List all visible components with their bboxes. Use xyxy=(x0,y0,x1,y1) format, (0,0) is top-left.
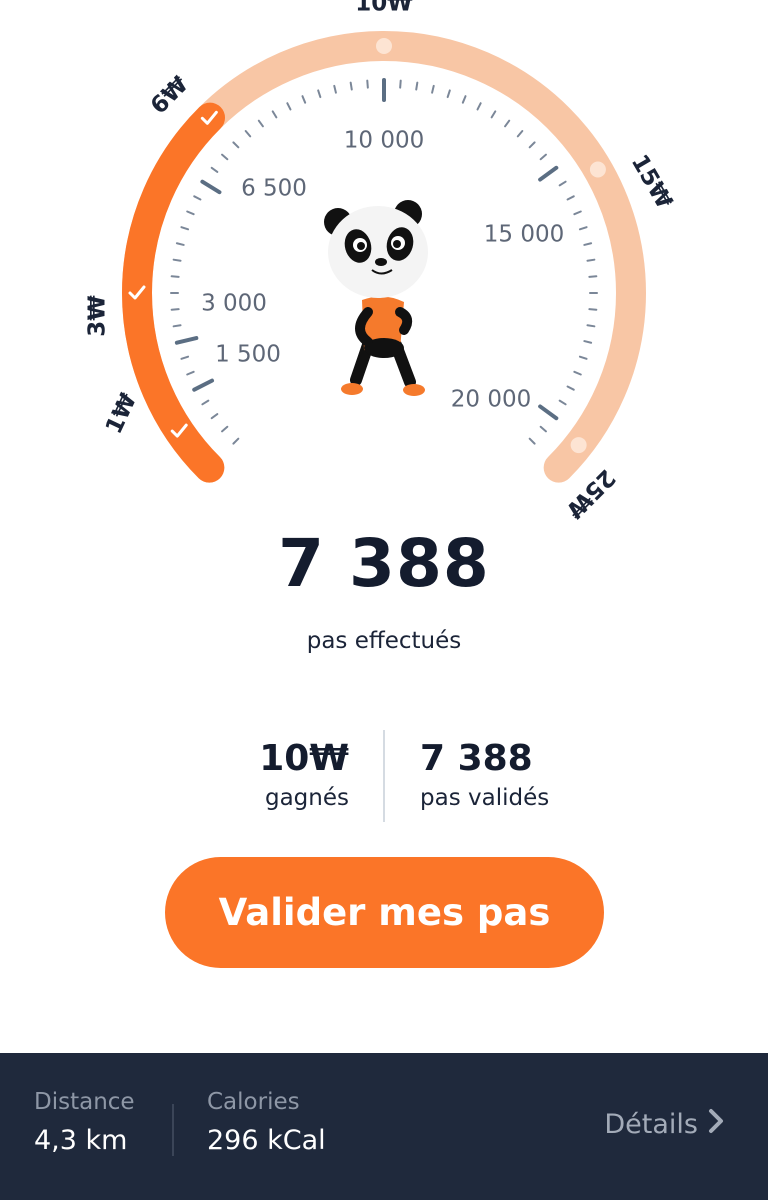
distance-label: Distance xyxy=(34,1089,135,1115)
earned-value: 10₩ xyxy=(259,738,349,779)
calories-stat: Calories 296 kCal xyxy=(207,1089,326,1156)
gauge-tick xyxy=(172,324,182,328)
gauge-tick xyxy=(539,153,547,161)
gauge-major-tick xyxy=(192,378,215,392)
gauge-tick xyxy=(286,102,292,111)
gauge-tick xyxy=(201,399,210,406)
gauge-tick xyxy=(349,81,353,91)
gauge-reward-label: 6₩ xyxy=(146,71,194,119)
gauge-tick xyxy=(588,275,598,278)
gauge-tick xyxy=(566,195,575,201)
gauge-major-tick xyxy=(200,179,222,195)
gauge-tick xyxy=(244,130,252,138)
gauge-tick xyxy=(446,89,451,99)
gauge-tick xyxy=(528,437,536,445)
gauge-step-label: 20 000 xyxy=(451,387,531,413)
bottom-summary-bar: Distance 4,3 km Calories 296 kCal Détail… xyxy=(0,1053,768,1200)
earned-label: gagnés xyxy=(264,785,349,811)
validated-stat: 7 388 pas validés xyxy=(420,738,680,811)
gauge-tick xyxy=(170,275,180,278)
gauge-tick xyxy=(399,79,402,89)
validated-label: pas validés xyxy=(420,785,550,811)
gauge-tick xyxy=(588,308,598,311)
gauge-tick xyxy=(193,195,202,201)
gauge-tick xyxy=(573,370,582,376)
step-gauge: 1 500 3 000 6 500 10 000 15 000 20 000 1₩ 3₩ 6₩ 1… xyxy=(85,0,678,523)
gauge-tick xyxy=(415,81,419,91)
gauge-tick xyxy=(558,180,567,187)
gauge-tick xyxy=(504,119,511,128)
gauge-step-label: 10 000 xyxy=(344,128,424,154)
gauge-tick xyxy=(583,340,593,344)
stats-divider xyxy=(383,730,385,822)
step-tracker-screen: 1 500 3 000 6 500 10 000 15 000 20 000 1₩ 3₩ 6₩ 1… xyxy=(0,0,768,1200)
details-link[interactable]: Détails xyxy=(604,1108,724,1141)
gauge-tick xyxy=(186,370,195,376)
gauge-major-tick xyxy=(538,404,559,421)
gauge-tick xyxy=(461,95,467,104)
validated-value: 7 388 xyxy=(420,738,533,779)
distance-value: 4,3 km xyxy=(34,1125,128,1156)
gauge-reward-label: 1₩ xyxy=(101,389,142,438)
gauge-tick xyxy=(232,437,240,445)
gauge-tick xyxy=(490,110,497,119)
panda-mascot-icon xyxy=(324,200,428,396)
validate-steps-button[interactable]: Valider mes pas xyxy=(165,857,604,968)
milestone-dot-icon xyxy=(589,161,606,178)
gauge-tick xyxy=(180,226,190,231)
gauge-tick xyxy=(232,141,240,149)
gauge-tick xyxy=(271,110,278,119)
gauge-tick xyxy=(221,425,229,433)
gauge-step-label: 6 500 xyxy=(241,176,307,202)
gauge-tick xyxy=(172,258,182,262)
gauge-major-tick xyxy=(538,165,559,182)
gauge-step-label: 15 000 xyxy=(484,222,564,248)
steps-label: pas effectués xyxy=(306,628,462,654)
calories-value: 296 kCal xyxy=(207,1125,326,1156)
gauge-tick xyxy=(566,385,575,391)
details-label: Détails xyxy=(604,1109,698,1140)
gauge-tick xyxy=(578,355,588,360)
calories-label: Calories xyxy=(207,1089,300,1115)
gauge-tick xyxy=(257,119,264,128)
gauge-reward-label: 10₩ xyxy=(355,0,413,17)
earned-stat: 10₩ gagnés xyxy=(125,738,349,811)
gauge-tick xyxy=(210,166,219,173)
gauge-step-label: 1 500 xyxy=(215,342,281,368)
gauge-tick xyxy=(170,308,180,311)
gauge-tick xyxy=(301,95,307,104)
gauge-tick xyxy=(186,210,195,216)
gauge-tick xyxy=(180,355,190,360)
gauge-step-label: 3 000 xyxy=(201,291,267,317)
distance-stat: Distance 4,3 km xyxy=(34,1089,135,1156)
gauge-tick xyxy=(583,242,593,246)
milestone-dot-icon xyxy=(570,437,587,454)
bottom-divider xyxy=(172,1104,174,1156)
gauge-tick xyxy=(528,141,536,149)
gauge-tick xyxy=(317,89,322,99)
gauge-tick xyxy=(431,84,435,94)
gauge-tick xyxy=(333,84,337,94)
gauge-tick xyxy=(516,130,524,138)
gauge-tick xyxy=(366,79,369,89)
gauge-tick xyxy=(476,102,482,111)
gauge-tick xyxy=(558,399,567,406)
gauge-tick xyxy=(573,210,582,216)
gauge-reward-label: 15₩ xyxy=(626,150,678,213)
milestone-dot-icon xyxy=(376,38,392,54)
gauge-tick xyxy=(221,153,229,161)
gauge-tick xyxy=(175,242,185,246)
steps-count: 7 388 xyxy=(278,525,490,602)
gauge-tick xyxy=(578,226,588,231)
chevron-right-icon xyxy=(708,1108,724,1141)
gauge-major-tick xyxy=(174,336,199,345)
gauge-tick xyxy=(586,324,596,328)
gauge-tick xyxy=(210,413,219,420)
gauge-reward-label: 3₩ xyxy=(85,295,111,337)
gauge-tick xyxy=(539,425,547,433)
gauge-tick xyxy=(586,258,596,262)
